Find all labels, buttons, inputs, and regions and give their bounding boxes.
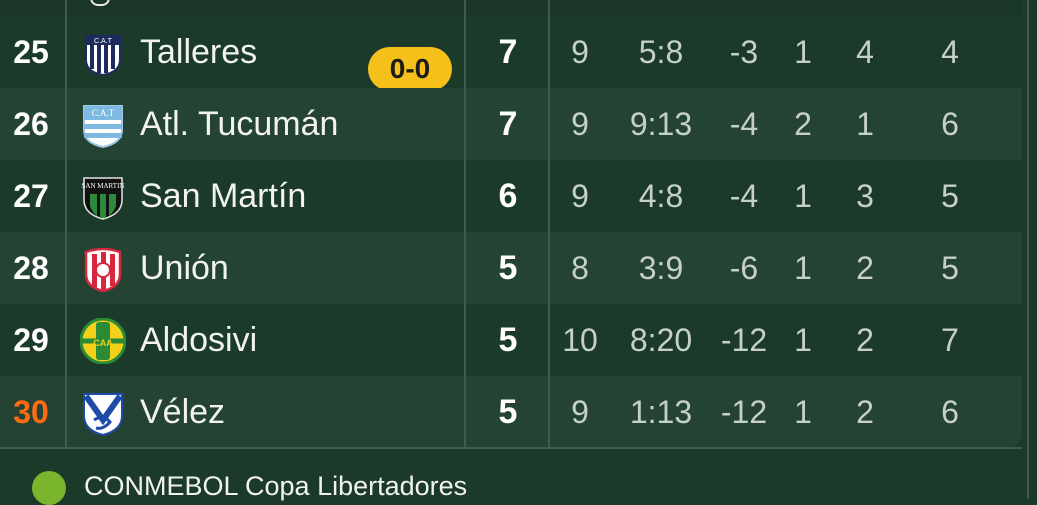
- atletico-tucuman-crest-icon: C.A.T: [83, 105, 123, 148]
- position: 29: [13, 322, 49, 358]
- wins: 2: [794, 106, 812, 142]
- talleres-crest-icon: C.A.T: [85, 35, 121, 76]
- qualification-legend: CONMEBOL Copa Libertadores: [0, 449, 1022, 505]
- previous-team-logo-icon: [90, 0, 110, 6]
- right-edge-border: [1022, 0, 1037, 499]
- matches-played: 10: [562, 322, 598, 358]
- draws: 2: [856, 250, 874, 286]
- goals: 1:13: [629, 394, 693, 430]
- live-score-badge[interactable]: 0-0: [368, 47, 452, 91]
- san-martin-crest-icon: SAN MARTIN: [82, 177, 125, 220]
- team-name: Vélez: [140, 393, 226, 431]
- points: 7: [498, 105, 518, 143]
- draws: 3: [856, 178, 874, 214]
- aldosivi-crest-icon: CAA: [80, 318, 126, 364]
- wins: 1: [794, 394, 812, 430]
- matches-played: 8: [571, 250, 589, 286]
- wins: 1: [794, 178, 812, 214]
- talleres-crest-text: C.A.T: [94, 38, 113, 45]
- draws: 2: [856, 394, 874, 430]
- position: 27: [13, 178, 49, 214]
- team-name: Aldosivi: [140, 321, 258, 359]
- points: 5: [498, 321, 518, 359]
- position: 26: [13, 106, 49, 142]
- losses: 5: [941, 250, 959, 286]
- team-name: Atl. Tucumán: [140, 105, 339, 143]
- losses: 6: [941, 106, 959, 142]
- table-row[interactable]: 30 Vélez 5 9 1:13 -12 1 2 6: [0, 376, 1022, 448]
- losses: 7: [941, 322, 959, 358]
- previous-row-stub: [0, 0, 1022, 16]
- goals: 8:20: [629, 322, 693, 358]
- goal-difference: -12: [720, 394, 768, 430]
- table-row[interactable]: 26 C.A.T Atl. Tucumán 7 9 9:13 -4 2 1 6: [0, 88, 1022, 160]
- libertadores-dot-icon: [32, 471, 66, 505]
- losses: 4: [941, 34, 959, 70]
- column-divider: [548, 0, 550, 448]
- team-name: Unión: [140, 249, 229, 287]
- draws: 2: [856, 322, 874, 358]
- union-crest-icon: [84, 247, 122, 292]
- column-divider: [65, 0, 67, 448]
- position: 25: [13, 34, 49, 70]
- draws: 4: [856, 34, 874, 70]
- legend-label: CONMEBOL Copa Libertadores: [84, 471, 468, 501]
- position: 28: [13, 250, 49, 286]
- goal-difference: -4: [729, 178, 759, 214]
- team-name: San Martín: [140, 177, 307, 215]
- goals: 4:8: [638, 178, 684, 214]
- goals: 3:9: [638, 250, 684, 286]
- wins: 1: [794, 322, 812, 358]
- standings-table: 25 C.A.T Talleres 0-0 7 9 5:8 -3 1 4 4 2…: [0, 0, 1022, 448]
- points: 5: [498, 249, 518, 287]
- goals: 5:8: [638, 34, 684, 70]
- column-divider: [464, 0, 466, 448]
- goal-difference: -4: [729, 106, 759, 142]
- wins: 1: [794, 250, 812, 286]
- losses: 6: [941, 394, 959, 430]
- table-row[interactable]: 28 Unión 5 8 3:9 -6 1 2 5: [0, 232, 1022, 304]
- points: 5: [498, 393, 518, 431]
- points: 6: [498, 177, 518, 215]
- table-row[interactable]: 25 C.A.T Talleres 0-0 7 9 5:8 -3 1 4 4: [0, 16, 1022, 91]
- points: 7: [498, 33, 518, 71]
- matches-played: 9: [571, 106, 589, 142]
- tucuman-crest-text: C.A.T: [92, 108, 115, 118]
- goals: 9:13: [629, 106, 693, 142]
- position-relegation: 30: [13, 394, 49, 430]
- team-name: Talleres: [140, 33, 258, 71]
- table-row[interactable]: 27 SAN MARTIN San Martín 6 9 4:8 -4 1 3 …: [0, 160, 1022, 232]
- matches-played: 9: [571, 34, 589, 70]
- san-martin-crest-text: SAN MARTIN: [82, 182, 125, 190]
- velez-crest-icon: [83, 393, 123, 436]
- draws: 1: [856, 106, 874, 142]
- losses: 5: [941, 178, 959, 214]
- matches-played: 9: [571, 178, 589, 214]
- table-row[interactable]: 29 CAA Aldosivi 5 10 8:20 -12 1 2 7: [0, 304, 1022, 376]
- aldosivi-crest-text: CAA: [93, 338, 113, 348]
- wins: 1: [794, 34, 812, 70]
- matches-played: 9: [571, 394, 589, 430]
- goal-difference: -12: [720, 322, 768, 358]
- goal-difference: -3: [729, 34, 759, 70]
- goal-difference: -6: [729, 250, 759, 286]
